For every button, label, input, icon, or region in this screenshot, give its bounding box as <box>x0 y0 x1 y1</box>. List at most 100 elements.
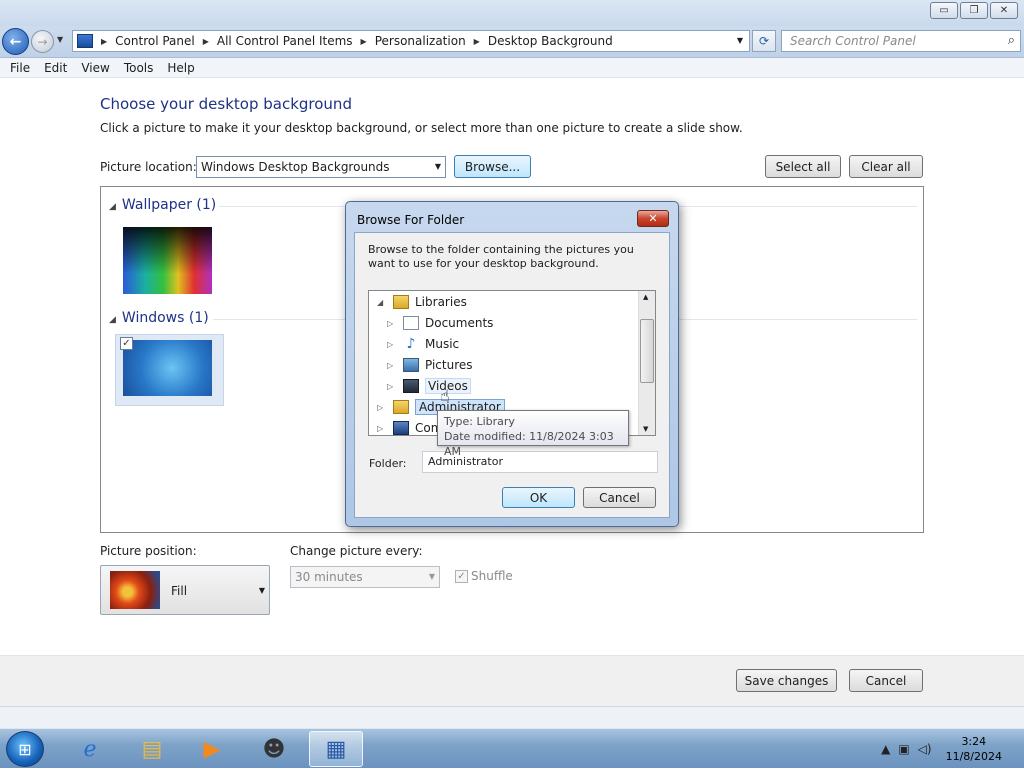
show-hidden-icons-icon[interactable]: ▲ <box>881 742 890 756</box>
user-folder-icon <box>393 400 409 414</box>
breadcrumb-separator-icon[interactable]: ▶ <box>101 37 107 46</box>
collapsed-triangle-icon[interactable]: ▷ <box>387 340 397 349</box>
save-changes-button[interactable]: Save changes <box>736 669 837 692</box>
wallpaper-thumbnail[interactable] <box>123 227 212 294</box>
taskbar: ⊞ ℯ ▤ ▶ ☻ ▦ ▲ ▣ ◁) 3:24 11/8/2024 <box>0 728 1024 768</box>
tree-item-videos[interactable]: ▷ Videos <box>387 376 471 396</box>
documents-icon <box>403 316 419 330</box>
tree-item-label: Libraries <box>415 295 467 309</box>
breadcrumb-control-panel[interactable]: Control Panel <box>115 34 195 48</box>
shuffle-label: Shuffle <box>471 569 513 583</box>
group-wallpaper[interactable]: ◢ Wallpaper (1) <box>109 197 216 213</box>
collapsed-triangle-icon[interactable]: ▷ <box>387 361 397 370</box>
dialog-body: Browse to the folder containing the pict… <box>354 232 670 518</box>
clock[interactable]: 3:24 11/8/2024 <box>946 734 1002 764</box>
scroll-up-icon[interactable]: ▲ <box>643 293 648 301</box>
search-icon[interactable]: ⌕ <box>1008 33 1015 48</box>
fill-preview-icon <box>110 571 160 609</box>
breadcrumb-separator-icon[interactable]: ▶ <box>361 37 367 46</box>
network-icon[interactable]: ▣ <box>898 742 909 756</box>
title-bar: ▭ ❐ ✕ <box>0 0 1024 26</box>
folder-label: Folder: <box>369 457 407 470</box>
clock-time: 3:24 <box>961 735 987 748</box>
recent-pages-dropdown-icon[interactable]: ▼ <box>57 35 63 44</box>
page-description: Click a picture to make it your desktop … <box>100 121 743 135</box>
forward-button[interactable]: → <box>31 30 54 53</box>
internet-explorer-icon[interactable]: ℯ <box>63 731 117 767</box>
picture-position-select[interactable]: Fill ▼ <box>100 565 270 615</box>
minimize-button[interactable]: ▭ <box>930 2 958 19</box>
menu-view[interactable]: View <box>81 61 109 75</box>
tree-item-pictures[interactable]: ▷ Pictures <box>387 355 473 375</box>
menu-tools[interactable]: Tools <box>124 61 154 75</box>
ok-button[interactable]: OK <box>502 487 575 508</box>
breadcrumb-personalization[interactable]: Personalization <box>375 34 466 48</box>
address-dropdown-icon[interactable]: ▼ <box>737 36 743 45</box>
collapse-triangle-icon: ◢ <box>109 315 116 325</box>
picture-location-label: Picture location: <box>100 160 197 174</box>
tree-item-label: Documents <box>425 316 494 330</box>
maximize-button[interactable]: ❐ <box>960 2 988 19</box>
shuffle-checkbox[interactable]: ✓ Shuffle <box>455 569 513 583</box>
status-bar <box>0 706 1024 728</box>
breadcrumb-all-items[interactable]: All Control Panel Items <box>217 34 353 48</box>
menu-bar: File Edit View Tools Help <box>0 58 1024 78</box>
select-all-button[interactable]: Select all <box>765 155 841 178</box>
volume-icon[interactable]: ◁) <box>918 742 932 756</box>
raccoon-app-icon[interactable]: ☻ <box>247 731 301 767</box>
picture-location-select[interactable]: Windows Desktop Backgrounds ▼ <box>196 156 446 178</box>
menu-edit[interactable]: Edit <box>44 61 67 75</box>
picture-position-label: Picture position: <box>100 544 197 558</box>
tree-item-documents[interactable]: ▷ Documents <box>387 313 493 333</box>
chevron-down-icon: ▼ <box>428 572 435 581</box>
checkbox-checked-icon[interactable]: ✓ <box>120 337 133 350</box>
tree-item-libraries[interactable]: ◢ Libraries <box>377 292 467 312</box>
dialog-close-button[interactable]: ✕ <box>637 210 669 227</box>
search-input[interactable]: Search Control Panel ⌕ <box>781 30 1021 52</box>
media-player-icon[interactable]: ▶ <box>185 731 239 767</box>
control-panel-icon[interactable]: ▦ <box>309 731 363 767</box>
group-windows-label: Windows (1) <box>121 310 209 326</box>
collapse-triangle-icon: ◢ <box>109 202 116 212</box>
scroll-down-icon[interactable]: ▼ <box>643 425 648 433</box>
breadcrumb-separator-icon[interactable]: ▶ <box>203 37 209 46</box>
refresh-button[interactable]: ⟳ <box>752 30 776 52</box>
browse-button[interactable]: Browse... <box>454 155 531 178</box>
change-picture-interval-select[interactable]: 30 minutes ▼ <box>290 566 440 588</box>
breadcrumb-separator-icon[interactable]: ▶ <box>474 37 480 46</box>
menu-file[interactable]: File <box>10 61 30 75</box>
checkbox-checked-icon: ✓ <box>455 569 468 583</box>
expanded-triangle-icon[interactable]: ◢ <box>377 298 387 307</box>
windows-logo-wallpaper <box>123 340 212 396</box>
computer-icon <box>393 421 409 435</box>
start-button[interactable]: ⊞ <box>6 731 44 767</box>
tooltip-date: Date modified: 11/8/2024 3:03 AM <box>444 430 614 458</box>
clear-all-button[interactable]: Clear all <box>849 155 923 178</box>
chevron-down-icon: ▼ <box>258 586 265 595</box>
change-picture-interval-value: 30 minutes <box>295 570 363 584</box>
cancel-button[interactable]: Cancel <box>849 669 923 692</box>
collapsed-triangle-icon[interactable]: ▷ <box>377 424 387 433</box>
collapsed-triangle-icon[interactable]: ▷ <box>387 382 397 391</box>
chevron-down-icon: ▼ <box>434 162 441 171</box>
collapsed-triangle-icon[interactable]: ▷ <box>377 403 387 412</box>
footer: Save changes Cancel <box>0 656 1024 706</box>
tree-scrollbar[interactable]: ▲ ▼ <box>638 291 655 435</box>
breadcrumb-desktop-background[interactable]: Desktop Background <box>488 34 613 48</box>
dialog-cancel-button[interactable]: Cancel <box>583 487 656 508</box>
group-wallpaper-label: Wallpaper (1) <box>121 197 217 213</box>
page-title: Choose your desktop background <box>100 95 352 113</box>
search-placeholder: Search Control Panel <box>790 34 916 48</box>
close-window-button[interactable]: ✕ <box>990 2 1018 19</box>
group-windows[interactable]: ◢ Windows (1) <box>109 310 209 326</box>
back-button[interactable]: ← <box>2 28 29 55</box>
windows-thumbnail-selected[interactable]: ✓ <box>115 334 224 406</box>
address-bar[interactable]: ▶ Control Panel ▶ All Control Panel Item… <box>72 30 750 52</box>
collapsed-triangle-icon[interactable]: ▷ <box>387 319 397 328</box>
menu-help[interactable]: Help <box>167 61 194 75</box>
clock-date: 11/8/2024 <box>945 750 1002 763</box>
scrollbar-thumb[interactable] <box>640 319 654 383</box>
window-controls: ▭ ❐ ✕ <box>930 2 1018 19</box>
file-explorer-icon[interactable]: ▤ <box>125 731 179 767</box>
tree-item-music[interactable]: ▷ ♪ Music <box>387 334 459 354</box>
